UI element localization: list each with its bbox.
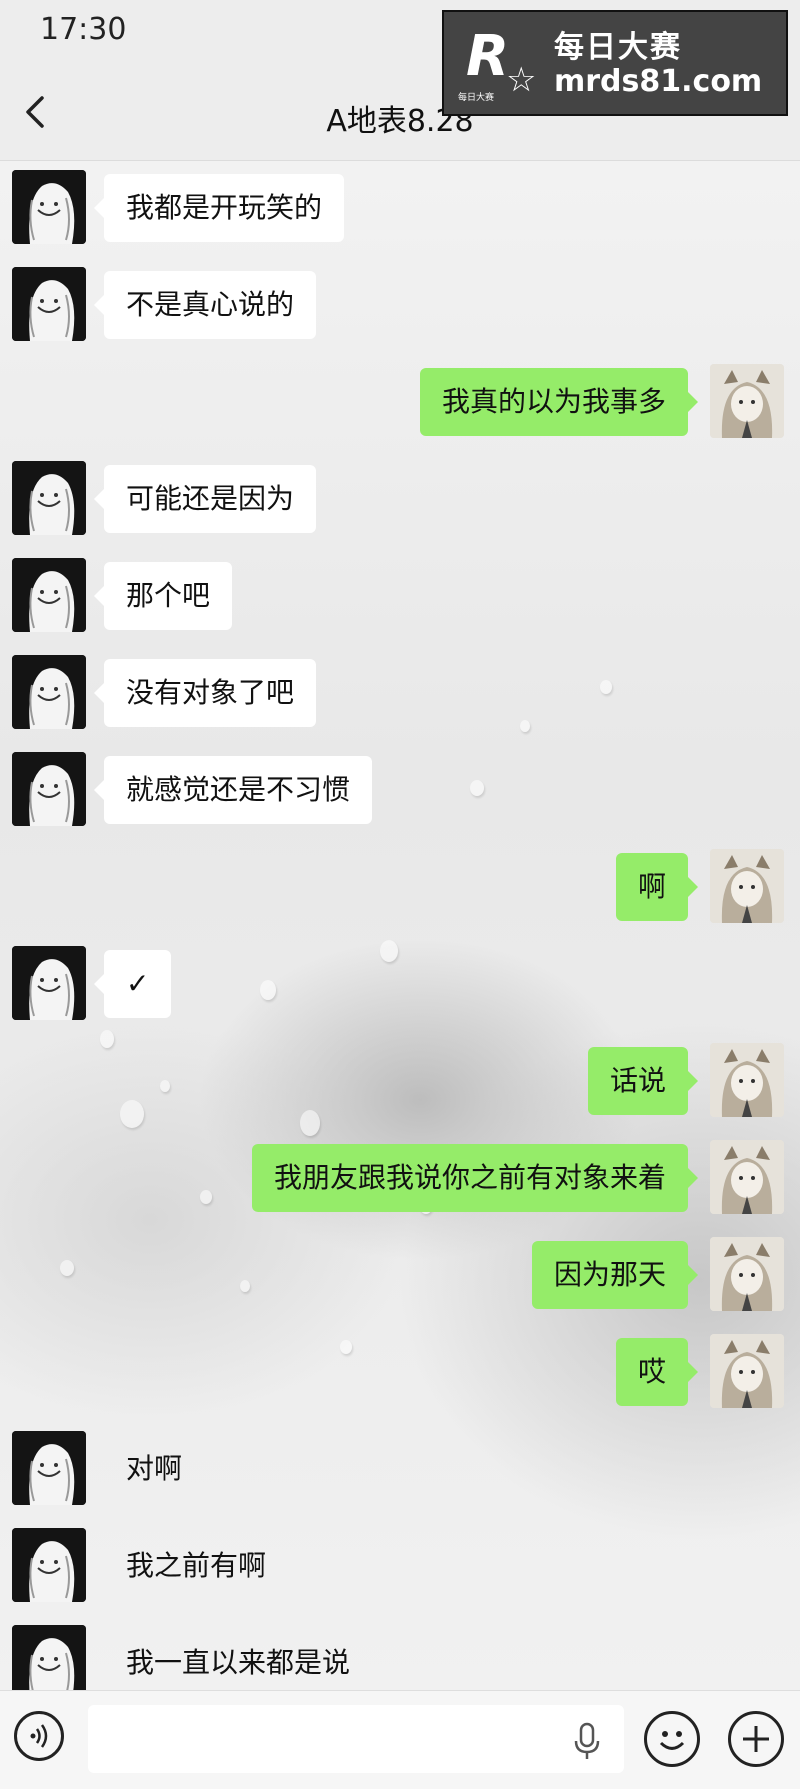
emoji-icon[interactable] [644, 1711, 700, 1767]
microphone-icon[interactable] [572, 1721, 602, 1761]
received-message-bubble[interactable]: 那个吧 [93, 562, 233, 630]
contact-avatar[interactable] [12, 1431, 86, 1505]
status-time: 17:30 [40, 12, 127, 47]
watermark-name: 每日大赛 [554, 30, 682, 65]
my-avatar[interactable] [710, 1043, 784, 1117]
received-message-bubble[interactable]: 对啊 [104, 1435, 204, 1503]
received-message-bubble[interactable]: ✓ [93, 950, 172, 1018]
sent-message-bubble[interactable]: 话说 [587, 1047, 699, 1115]
contact-avatar[interactable] [12, 752, 86, 826]
voice-input-icon[interactable] [14, 1711, 64, 1761]
watermark-logo-letter: R [466, 24, 510, 89]
star-icon: ☆ [506, 60, 537, 100]
watermark-logo: R ☆ 每日大赛 每日大赛 mrds81.com [442, 10, 788, 116]
input-bar [0, 1690, 800, 1789]
watermark-url: mrds81.com [554, 64, 763, 99]
my-avatar[interactable] [710, 364, 784, 438]
sent-message-bubble[interactable]: 我真的以为我事多 [419, 368, 699, 436]
contact-avatar[interactable] [12, 946, 86, 1020]
message-input[interactable] [88, 1705, 624, 1773]
contact-avatar[interactable] [12, 170, 86, 244]
contact-avatar[interactable] [12, 1528, 86, 1602]
received-message-bubble[interactable]: 我一直以来都是说 [104, 1629, 372, 1697]
received-message-bubble[interactable]: 不是真心说的 [93, 271, 317, 339]
sent-message-bubble[interactable]: 我朋友跟我说你之前有对象来着 [251, 1144, 699, 1212]
received-message-bubble[interactable]: 就感觉还是不习惯 [93, 756, 373, 824]
my-avatar[interactable] [710, 1334, 784, 1408]
sent-message-bubble[interactable]: 因为那天 [531, 1241, 699, 1309]
contact-avatar[interactable] [12, 267, 86, 341]
contact-avatar[interactable] [12, 558, 86, 632]
contact-avatar[interactable] [12, 655, 86, 729]
received-message-bubble[interactable]: 我都是开玩笑的 [93, 174, 345, 242]
my-avatar[interactable] [710, 1140, 784, 1214]
contact-avatar[interactable] [12, 1625, 86, 1699]
received-message-bubble[interactable]: 可能还是因为 [93, 465, 317, 533]
received-message-bubble[interactable]: 没有对象了吧 [93, 659, 317, 727]
my-avatar[interactable] [710, 849, 784, 923]
plus-icon[interactable] [728, 1711, 784, 1767]
sent-message-bubble[interactable]: 哎 [615, 1338, 699, 1406]
watermark-logo-small: 每日大赛 [458, 93, 495, 103]
my-avatar[interactable] [710, 1237, 784, 1311]
received-message-bubble[interactable]: 我之前有啊 [104, 1532, 288, 1600]
sent-message-bubble[interactable]: 啊 [615, 853, 699, 921]
contact-avatar[interactable] [12, 461, 86, 535]
